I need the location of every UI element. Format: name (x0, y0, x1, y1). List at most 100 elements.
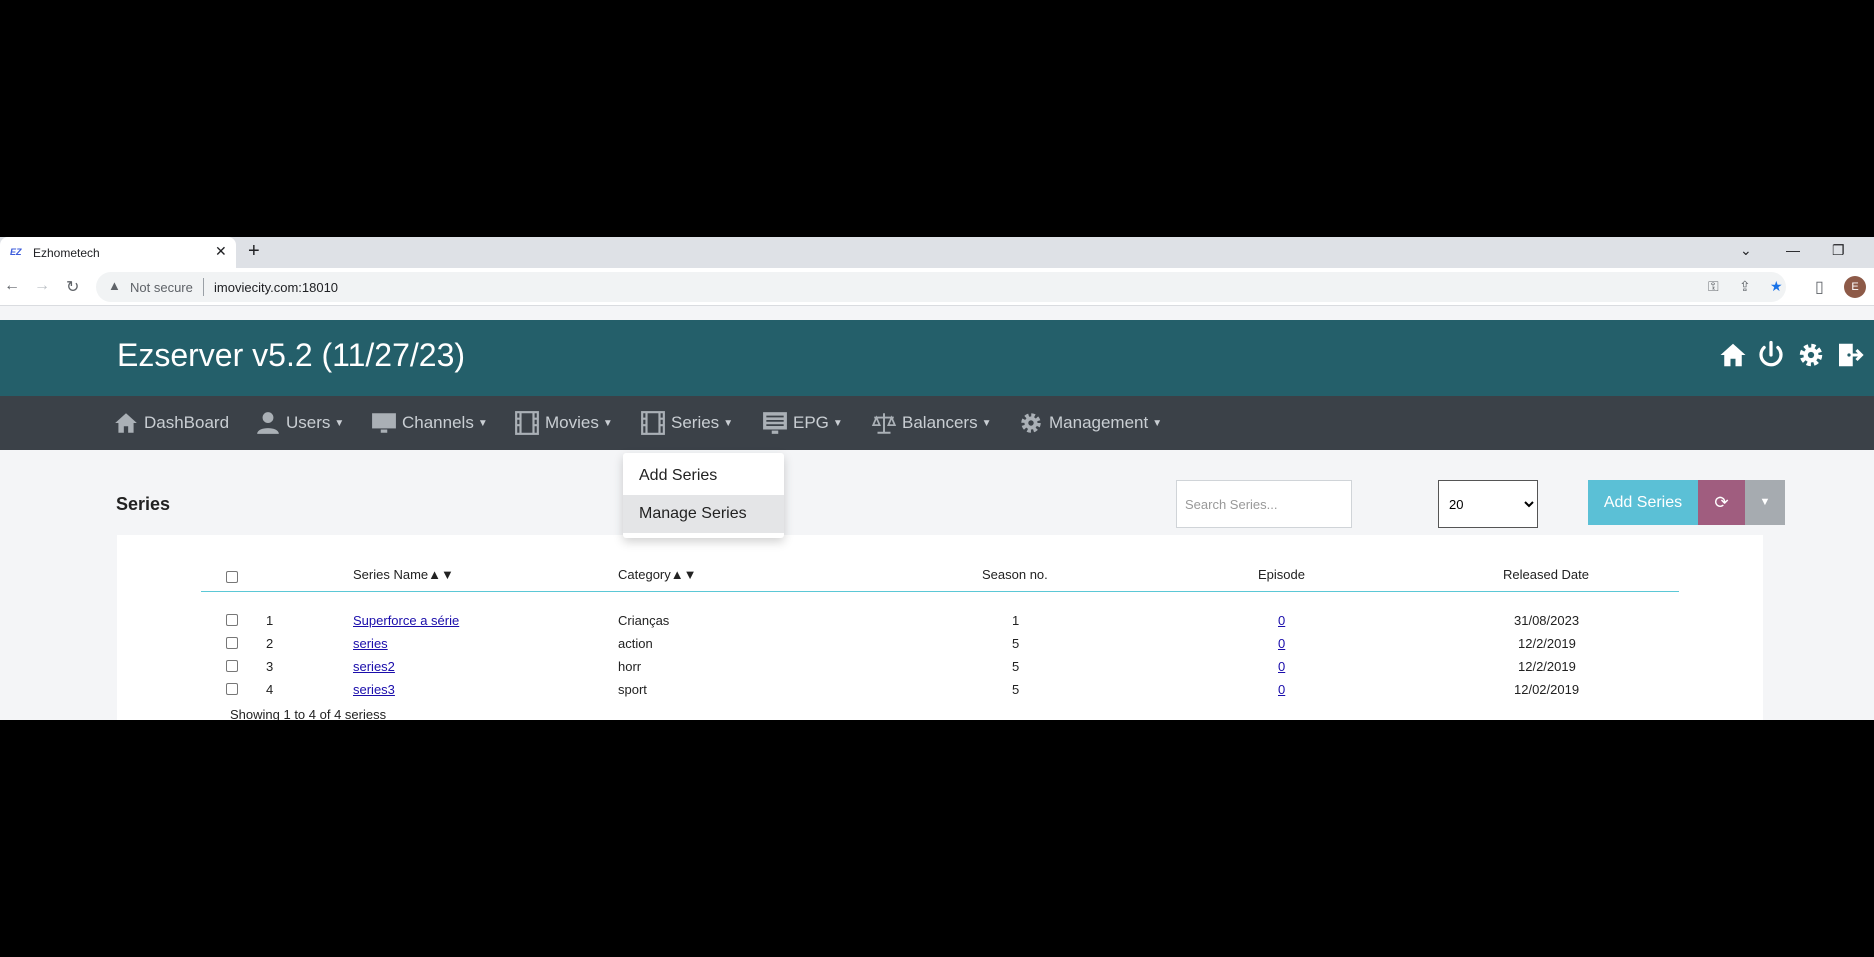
column-header-series-name[interactable]: Series Name▲▼ (353, 567, 454, 582)
gear-icon[interactable] (1796, 340, 1826, 370)
pagination-summary: Showing 1 to 4 of 4 seriess (230, 707, 387, 720)
nav-label: Movies (545, 413, 599, 432)
nav-label: DashBoard (144, 413, 230, 432)
menu-item-add-series[interactable]: Add Series (623, 457, 784, 495)
row-checkbox[interactable] (226, 637, 238, 649)
tab-close-icon[interactable]: ✕ (215, 243, 227, 260)
scale-icon (871, 413, 897, 434)
series-dropdown-menu: Add Series Manage Series (623, 453, 784, 538)
nav-item-management[interactable]: Management ▼ (1018, 396, 1162, 450)
reload-icon[interactable]: ↻ (66, 277, 79, 297)
browser-tab[interactable]: EZ Ezhometech ✕ (0, 237, 236, 268)
caret-down-icon: ▼ (334, 417, 345, 429)
series-table: Series Name▲▼ Category▲▼ Season no. Epis… (117, 535, 1763, 720)
profile-avatar[interactable]: E (1844, 276, 1866, 298)
app-header: Ezserver v5.2 (11/27/23) (0, 320, 1874, 396)
series-name-link[interactable]: series3 (353, 682, 395, 697)
tab-search-chevron-icon[interactable]: ⌄ (1740, 242, 1752, 259)
forward-icon[interactable]: → (34, 277, 50, 295)
menu-item-manage-series[interactable]: Manage Series (623, 495, 784, 533)
category-cell: action (618, 636, 653, 651)
season-cell: 5 (1012, 659, 1020, 674)
favicon-icon: EZ (10, 247, 22, 257)
released-cell: 12/2/2019 (1518, 636, 1576, 651)
warning-icon[interactable]: ▲ (108, 278, 121, 293)
row-checkbox[interactable] (226, 660, 238, 672)
series-name-link[interactable]: series2 (353, 659, 395, 674)
nav-item-balancers[interactable]: Balancers ▼ (871, 396, 992, 450)
search-input[interactable] (1176, 480, 1352, 528)
released-cell: 12/02/2019 (1514, 682, 1580, 697)
film-icon (515, 411, 539, 435)
browser-toolbar: ← → ↻ ▲ Not secure imoviecity.com:18010 … (0, 268, 1874, 306)
side-panel-icon[interactable]: ▯ (1815, 277, 1824, 297)
more-options-button[interactable]: ▼ (1745, 480, 1785, 525)
header-divider (201, 591, 1679, 592)
season-cell: 5 (1012, 636, 1020, 651)
page-title: Series (116, 494, 171, 514)
refresh-button[interactable]: ⟳ (1698, 480, 1745, 525)
nav-item-users[interactable]: Users ▼ (255, 396, 344, 450)
tab-strip: EZ Ezhometech ✕ + ⌄ — ❐ (0, 237, 1874, 268)
security-label[interactable]: Not secure (130, 280, 193, 295)
season-cell: 5 (1012, 682, 1020, 697)
share-icon[interactable]: ⇪ (1739, 278, 1751, 295)
nav-item-series[interactable]: Series ▼ (640, 396, 733, 450)
home-icon[interactable] (1718, 340, 1748, 370)
row-checkbox[interactable] (226, 683, 238, 695)
refresh-icon: ⟳ (1714, 493, 1729, 512)
film-icon (641, 411, 665, 435)
episode-link[interactable]: 0 (1278, 682, 1285, 697)
nav-label: Users (286, 413, 331, 432)
minimize-icon[interactable]: — (1786, 242, 1800, 258)
home-icon (115, 413, 137, 433)
address-bar[interactable]: ▲ Not secure imoviecity.com:18010 ⚿ ⇪ ★ (96, 272, 1786, 302)
caret-down-icon: ▼ (723, 417, 734, 429)
main-nav: DashBoard Users ▼ Channels ▼ Movies ▼ Serie… (0, 396, 1874, 450)
released-cell: 12/2/2019 (1518, 659, 1576, 674)
caret-down-icon: ▼ (981, 417, 992, 429)
row-number: 4 (266, 682, 274, 697)
episode-link[interactable]: 0 (1278, 636, 1285, 651)
header-label: Category (618, 567, 671, 582)
nav-label: Series (671, 413, 720, 432)
nav-label: Channels (402, 413, 474, 432)
add-series-button[interactable]: Add Series (1588, 480, 1698, 525)
user-icon (257, 412, 279, 434)
tab-title: Ezhometech (33, 246, 100, 260)
nav-label: EPG (793, 413, 829, 432)
nav-label: Management (1049, 413, 1149, 432)
key-icon[interactable]: ⚿ (1708, 278, 1719, 295)
sort-arrows-icon[interactable]: ▲▼ (428, 567, 454, 582)
header-label: Series Name (353, 567, 429, 582)
nav-item-movies[interactable]: Movies ▼ (514, 396, 613, 450)
nav-item-dashboard[interactable]: DashBoard (113, 396, 229, 450)
category-cell: horr (618, 659, 642, 674)
select-all-checkbox[interactable] (226, 571, 238, 583)
season-cell: 1 (1012, 613, 1020, 628)
series-name-link[interactable]: series (353, 636, 388, 651)
series-name-link[interactable]: Superforce a série (353, 613, 459, 628)
episode-link[interactable]: 0 (1278, 613, 1285, 628)
column-header-season: Season no. (982, 567, 1048, 582)
restore-icon[interactable]: ❐ (1832, 242, 1845, 259)
episode-link[interactable]: 0 (1278, 659, 1285, 674)
gear-icon (1021, 413, 1041, 433)
column-header-category[interactable]: Category▲▼ (618, 567, 696, 582)
nav-item-epg[interactable]: EPG ▼ (762, 396, 843, 450)
power-icon[interactable] (1756, 340, 1786, 370)
monitor-icon (372, 413, 396, 433)
new-tab-icon[interactable]: + (248, 240, 260, 263)
category-cell: Crianças (618, 613, 670, 628)
sort-arrows-icon[interactable]: ▲▼ (671, 567, 697, 582)
back-icon[interactable]: ← (4, 277, 20, 295)
nav-item-channels[interactable]: Channels ▼ (371, 396, 488, 450)
divider (203, 278, 204, 296)
row-checkbox[interactable] (226, 614, 238, 626)
url-text[interactable]: imoviecity.com:18010 (214, 280, 338, 295)
logout-icon[interactable] (1834, 340, 1864, 370)
caret-down-icon: ▼ (1759, 496, 1771, 508)
row-number: 1 (266, 613, 274, 628)
bookmark-star-icon[interactable]: ★ (1770, 278, 1783, 295)
per-page-select[interactable]: 20 (1438, 480, 1538, 528)
